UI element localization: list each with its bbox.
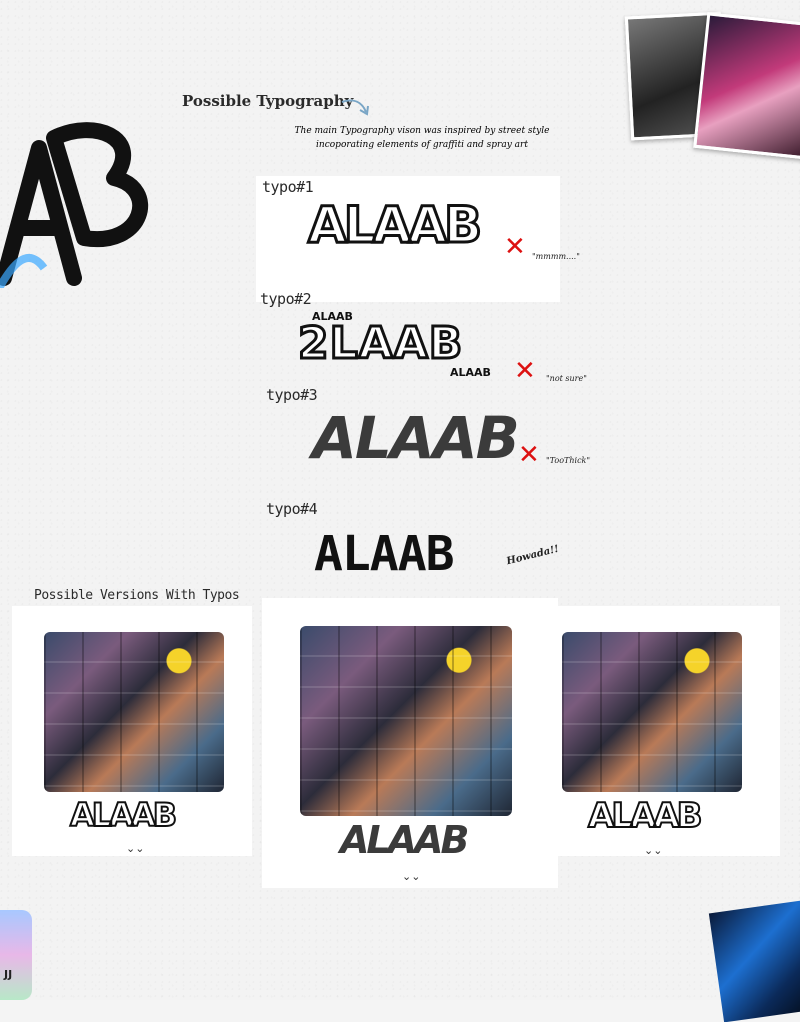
typo-3-reject-icon: ✕ (518, 440, 540, 470)
intro-text: The main Typography vison was inspired b… (272, 124, 572, 152)
typo-2-reject-icon: ✕ (514, 356, 536, 386)
graffiti-ab-logo: AB (0, 108, 164, 296)
typo-1-note: "mmmm...." (532, 252, 580, 261)
page-title: Possible Typography (182, 92, 354, 110)
version-1-wordmark: ALAAB (69, 795, 178, 835)
typo-1-wordmark: ALAAB (306, 195, 483, 256)
typo-1-reject-icon: ✕ (504, 232, 526, 262)
typo-4-label: typo#4 (266, 500, 318, 518)
typo-2-label: typo#2 (260, 290, 312, 308)
blue-club-photo (708, 899, 800, 1022)
typo-3-label: typo#3 (266, 386, 318, 404)
typo-3-wordmark: ALAAB (312, 404, 520, 472)
version-1-mark: ⌄⌄ (126, 842, 145, 855)
version-3-collage (562, 632, 742, 792)
intro-line-1: The main Typography vison was inspired b… (294, 126, 550, 136)
version-1-collage (44, 632, 224, 792)
typo-4-wordmark: ALAAB (314, 526, 454, 582)
typo-2-wordmark: 2LAAB (296, 318, 464, 369)
typo-2-note: "not sure" (546, 374, 587, 383)
versions-heading: Possible Versions With Typos (34, 588, 240, 603)
corner-badge: JJ (0, 910, 32, 1000)
corner-badge-text: JJ (4, 968, 13, 981)
typo-2-small-bottom: ALAAB (450, 366, 491, 379)
party-photo-front (693, 12, 800, 160)
typo-3-note: "TooThick" (546, 456, 591, 465)
version-3-mark: ⌄⌄ (644, 844, 663, 857)
intro-line-2: incoporating elements of graffiti and sp… (316, 140, 528, 150)
version-2-wordmark: ALAAB (340, 818, 469, 862)
typo-1-label: typo#1 (262, 178, 314, 196)
version-2-mark: ⌄⌄ (402, 870, 421, 883)
version-3-wordmark: ALAAB (587, 795, 704, 837)
version-2-collage (300, 626, 512, 816)
title-arrow-icon (340, 96, 372, 122)
